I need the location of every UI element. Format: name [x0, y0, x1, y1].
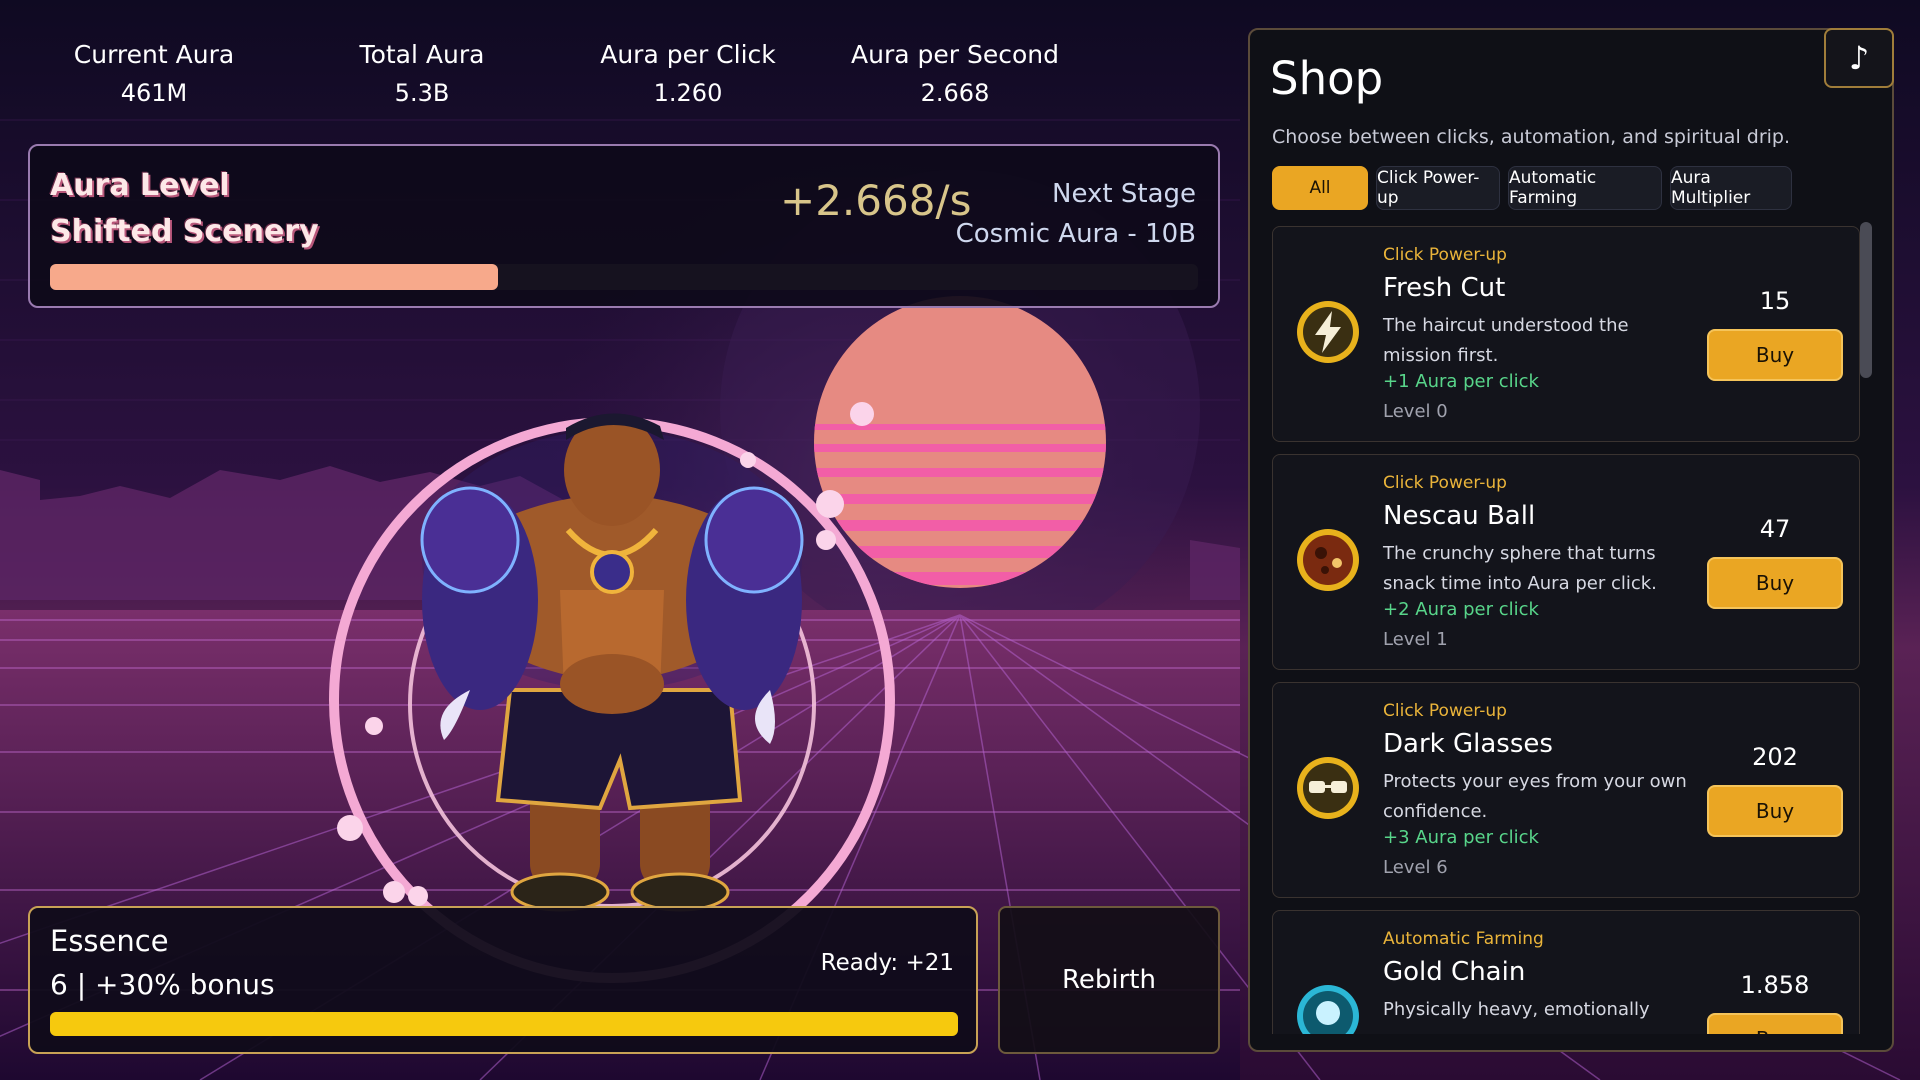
item-effect: +2 Aura per click — [1383, 599, 1539, 620]
stat-current-aura: Current Aura 461M — [24, 38, 284, 110]
essence-ready: Ready: +21 — [820, 950, 954, 976]
item-description: The crunchy sphere that turns snack time… — [1383, 543, 1657, 594]
item-price: 202 — [1752, 743, 1798, 771]
item-name: Nescau Ball — [1383, 501, 1536, 531]
stat-label: Aura per Second — [851, 40, 1059, 69]
aura-stage-name: Shifted Scenery — [50, 214, 319, 249]
shop-description: Choose between clicks, automation, and s… — [1272, 126, 1791, 148]
item-price: 1.858 — [1740, 971, 1810, 999]
buy-button[interactable]: Buy — [1707, 1013, 1843, 1034]
stat-label: Aura per Click — [600, 40, 776, 69]
next-stage-value: Cosmic Aura - 10B — [955, 219, 1196, 249]
item-category: Click Power-up — [1383, 245, 1507, 265]
item-level: Level 1 — [1383, 629, 1448, 650]
buy-button[interactable]: Buy — [1707, 329, 1843, 381]
essence-panel: Essence 6 | +30% bonus Ready: +21 — [28, 906, 978, 1054]
aura-level-progress-bar — [50, 264, 1198, 290]
shop-item-gold-chain: Automatic Farming Gold Chain Physically … — [1272, 910, 1860, 1034]
filter-tab-click-power-up[interactable]: Click Power-up — [1376, 166, 1500, 210]
shop-item-nescau-ball: Click Power-up Nescau Ball The crunchy s… — [1272, 454, 1860, 670]
shop-scrollbar-thumb[interactable] — [1860, 222, 1872, 378]
item-level: Level 6 — [1383, 857, 1448, 878]
music-toggle-button[interactable]: ♪ — [1824, 28, 1894, 88]
aura-level-progress-fill — [50, 264, 498, 290]
filter-tab-automatic-farming[interactable]: Automatic Farming — [1508, 166, 1662, 210]
ball-icon — [1297, 529, 1359, 591]
essence-title: Essence — [50, 924, 169, 958]
filter-tab-all[interactable]: All — [1272, 166, 1368, 210]
shop-scrollbar[interactable] — [1860, 222, 1872, 1032]
stat-aura-per-click: Aura per Click 1.260 — [558, 38, 818, 110]
music-note-icon: ♪ — [1848, 39, 1870, 77]
item-category: Click Power-up — [1383, 701, 1507, 721]
stat-total-aura: Total Aura 5.3B — [292, 38, 552, 110]
aura-rate: +2.668/s — [780, 176, 972, 225]
next-stage-label: Next Stage — [1052, 179, 1196, 209]
shop-item-fresh-cut: Click Power-up Fresh Cut The haircut und… — [1272, 226, 1860, 442]
glasses-icon — [1297, 757, 1359, 819]
item-name: Fresh Cut — [1383, 273, 1506, 303]
buy-button[interactable]: Buy — [1707, 785, 1843, 837]
item-price: 15 — [1759, 287, 1791, 315]
stat-aura-per-second: Aura per Second 2.668 — [825, 38, 1085, 110]
stat-value: 461M — [120, 79, 188, 107]
filter-tab-aura-multiplier[interactable]: Aura Multiplier — [1670, 166, 1792, 210]
next-stage-info: Next Stage Cosmic Aura - 10B — [956, 174, 1196, 254]
essence-info: 6 | +30% bonus — [50, 968, 275, 1001]
shop-panel: Shop ♪ Choose between clicks, automation… — [1248, 28, 1894, 1052]
chain-icon — [1297, 985, 1359, 1034]
item-effect: +1 Aura per click — [1383, 371, 1539, 392]
item-name: Gold Chain — [1383, 957, 1526, 987]
stat-value: 5.3B — [394, 79, 450, 107]
stats-row: Current Aura 461M Total Aura 5.3B Aura p… — [0, 38, 1240, 118]
stat-label: Total Aura — [359, 40, 485, 69]
rebirth-button[interactable]: Rebirth — [998, 906, 1220, 1054]
item-price: 47 — [1759, 515, 1791, 543]
shop-item-list: Click Power-up Fresh Cut The haircut und… — [1272, 226, 1860, 1034]
stat-label: Current Aura — [73, 40, 235, 69]
aura-level-title: Aura Level — [50, 168, 230, 203]
item-description: The haircut understood the mission first… — [1383, 315, 1629, 366]
shop-title: Shop — [1270, 52, 1384, 105]
item-effect: +3 Aura per click — [1383, 827, 1539, 848]
item-level: Level 0 — [1383, 401, 1448, 422]
stat-value: 2.668 — [920, 79, 990, 107]
item-description: Protects your eyes from your own confide… — [1383, 771, 1687, 822]
item-category: Automatic Farming — [1383, 929, 1544, 949]
item-category: Click Power-up — [1383, 473, 1507, 493]
item-name: Dark Glasses — [1383, 729, 1553, 759]
aura-level-panel: Aura Level Shifted Scenery +2.668/s Next… — [28, 144, 1220, 308]
essence-progress-fill — [50, 1012, 958, 1036]
buy-button[interactable]: Buy — [1707, 557, 1843, 609]
essence-progress-bar — [50, 1012, 958, 1036]
shop-item-dark-glasses: Click Power-up Dark Glasses Protects you… — [1272, 682, 1860, 898]
lightning-icon — [1297, 301, 1359, 363]
stat-value: 1.260 — [653, 79, 723, 107]
item-description: Physically heavy, emotionally — [1383, 999, 1650, 1020]
